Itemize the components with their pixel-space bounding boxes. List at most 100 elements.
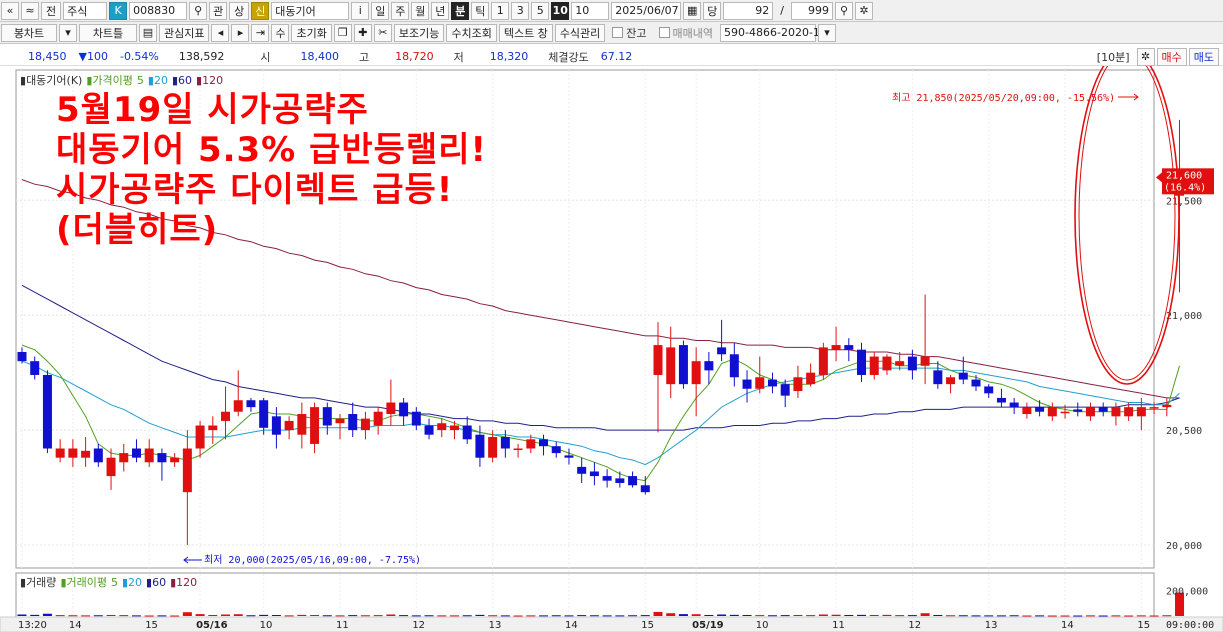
sell-button[interactable]: 매도 [1188,47,1219,66]
candle-body [882,356,892,371]
period-tick-button[interactable]: 틱 [471,1,490,20]
candle-body [1009,402,1019,408]
candle-body [996,397,1006,403]
up-button[interactable]: ≈ [21,1,39,20]
period-minute-button[interactable]: 분 [451,1,470,20]
legend-ma120: 120 [202,74,223,87]
chevron-down-icon[interactable]: ▾ [59,23,77,42]
crosshair-icon[interactable]: ✚ [353,23,372,42]
zoom-icon[interactable]: ⚲ [834,1,853,20]
period-month-button[interactable]: 월 [411,1,430,20]
toolbar-secondary: 봉차트 ▾ 차트틀 ▤ 관심지표 ◂ ▸ ⇥ 수 초기화 ❐ ✚ ✂ 보조기능 … [0,22,1223,44]
gear-icon[interactable]: ✲ [1136,47,1155,66]
open-label: 시 [260,50,271,64]
scissors-icon[interactable]: ✂ [373,23,392,42]
volume-bar [539,615,549,617]
volume-bar [793,614,803,616]
scroll-left-icon[interactable]: ◂ [211,23,230,42]
x-tick-label: 05/19 [692,620,724,631]
period-day-button[interactable]: 일 [371,1,390,20]
volume-bar [666,613,676,616]
reset-button[interactable]: 초기화 [291,23,332,42]
market-type-select[interactable]: 주식 [63,1,108,20]
candle-body [131,448,141,458]
checkbox-icon[interactable] [612,27,624,38]
volume-bar [755,615,765,617]
candle-body [971,379,981,387]
candle-body [386,402,396,415]
stock-name-field: 대동기어 [271,1,350,20]
text-window-button[interactable]: 텍스트 창 [498,23,553,42]
volume-bar [144,615,154,617]
count-input[interactable]: 92 [723,1,774,20]
volume-bar [704,614,714,616]
volume-bar [411,615,421,617]
candle-body [1136,407,1146,417]
volume-bar [221,614,231,616]
candle-body [780,384,790,396]
search-icon[interactable]: ⚲ [189,1,208,20]
stock-code-input[interactable]: 008830 [129,1,188,20]
high-label: 고 [359,50,370,64]
interval-1-button[interactable]: 1 [491,1,510,20]
volume-bar [1060,615,1070,617]
volume-bar [106,614,116,616]
period-year-button[interactable]: 년 [431,1,450,20]
interval-10-button[interactable]: 10 [551,1,570,20]
save-icon[interactable]: ▤ [139,23,157,42]
indicator-button[interactable]: 관심지표 [159,23,210,42]
volume-bar [577,615,587,617]
candle-chart-button[interactable]: 봉차트 [1,23,57,42]
chevron-down-icon[interactable]: ▾ [818,23,837,42]
candle-body [284,420,294,431]
window-icon[interactable]: ❐ [333,23,352,42]
candle-body [1085,407,1095,417]
legend-ma-label: 가격이평 [92,74,132,87]
su-button[interactable]: 수 [271,23,290,42]
volume-bar [691,614,701,616]
volume-bar [1111,615,1121,617]
candle-body [933,370,943,385]
period-week-button[interactable]: 주 [391,1,410,20]
candle-body [1162,404,1172,408]
candle-body [30,361,40,375]
volume-bar [386,614,396,616]
volume-bar [729,614,739,616]
scroll-end-icon[interactable]: ▸ [231,23,250,42]
gwan-button[interactable]: 관 [209,1,228,20]
checkbox-icon[interactable] [658,27,670,38]
info-button[interactable]: i [351,1,370,20]
value-lookup-button[interactable]: 수치조회 [446,23,497,42]
legend-ma20: 20 [154,74,168,87]
interval-3-button[interactable]: 3 [511,1,530,20]
trade-history-checkbox[interactable]: 매매내역 [653,25,719,41]
dang-button[interactable]: 당 [703,1,722,20]
candle-body [1035,407,1045,412]
sang-button[interactable]: 상 [229,1,250,20]
price-change-pct: -0.54% [119,50,159,63]
buy-button[interactable]: 매수 [1156,47,1187,66]
calendar-icon[interactable]: ▦ [683,1,702,20]
cursor-icon[interactable]: ⇥ [251,23,270,42]
account-select[interactable]: 590-4866-2020-1 [720,23,820,42]
kospi-badge: K [109,1,128,20]
prev-button[interactable]: « [1,1,19,20]
volume-bar [564,615,574,617]
aux-function-button[interactable]: 보조기능 [393,23,445,42]
gear-icon[interactable]: ✲ [854,1,873,20]
interval-select[interactable]: 10 [571,1,610,20]
volume-bar [170,615,180,617]
formula-button[interactable]: 수식관리 [554,23,606,42]
candle-body [907,356,917,371]
candle-body [818,347,828,375]
volume-bar [857,614,867,616]
volume-bar [513,615,523,617]
date-input[interactable]: 2025/06/07 [611,1,682,20]
volume-bar [271,614,281,616]
balance-checkbox[interactable]: 잔고 [606,25,652,41]
jeon-button[interactable]: 전 [41,1,62,20]
chart-frame-button[interactable]: 차트틀 [79,23,137,42]
interval-5-button[interactable]: 5 [531,1,550,20]
volume-bar [297,614,307,616]
max-count-input[interactable]: 999 [790,1,833,20]
